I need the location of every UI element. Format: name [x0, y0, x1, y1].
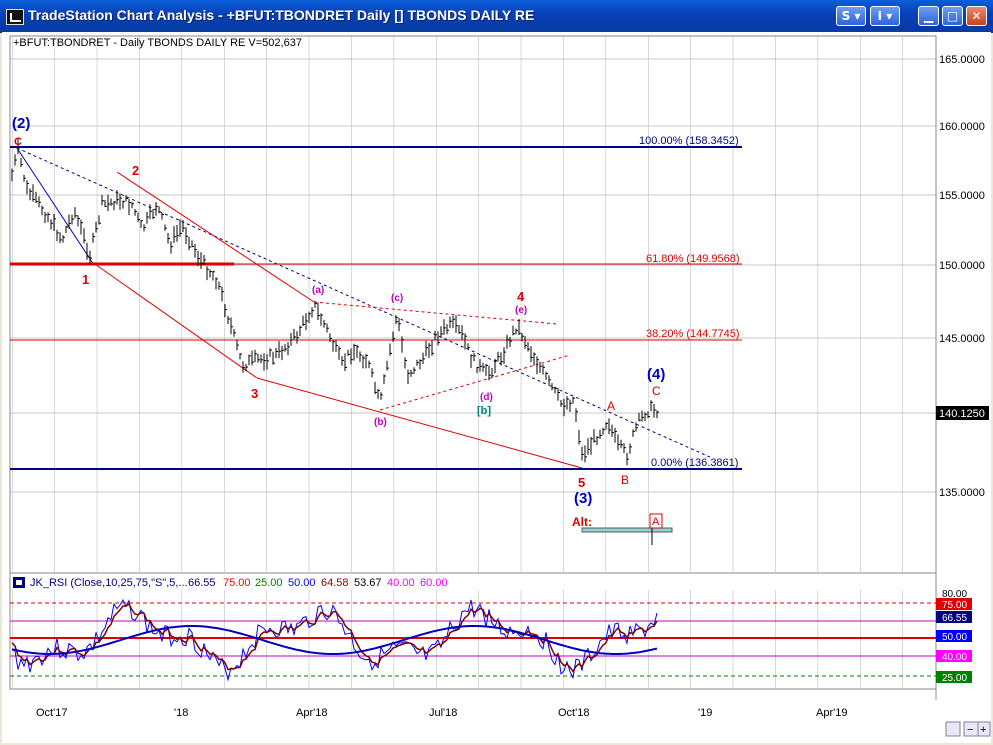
wave-label-2-major: (2): [12, 115, 30, 132]
price-tick: 165.0000: [939, 54, 985, 66]
date-axis: Oct'17 '18 Apr'18 Jul'18 Oct'18 '19 Apr'…: [36, 707, 847, 719]
chart-window[interactable]: +BFUT:TBONDRET - Daily TBONDS DAILY RE V…: [2, 32, 991, 743]
svg-text:−: −: [967, 724, 973, 736]
rsi-tag-40: 40.00: [942, 652, 967, 663]
date-tick: Jul'18: [429, 707, 457, 719]
close-button[interactable]: ✕: [966, 6, 987, 26]
rsi-tag-50: 50.00: [942, 632, 967, 643]
i-menu-button[interactable]: I ▾: [870, 6, 900, 26]
wave-label-3-major: (3): [574, 490, 592, 507]
rsi-value: 64.58: [321, 577, 349, 589]
fib-100-label: 100.00% (158.3452): [639, 135, 739, 147]
chart-symbol-header: +BFUT:TBONDRET - Daily TBONDS DAILY RE V…: [13, 37, 302, 49]
maximize-button[interactable]: □: [942, 6, 963, 26]
indicator-icon-inner: [16, 580, 22, 585]
rsi-value: 53.67: [354, 577, 382, 589]
wave-label-1: 1: [82, 272, 89, 287]
wave-label-cap-c: C: [652, 384, 661, 398]
rsi-name: JK_RSI (Close,10,25,75,"S",5,...: [30, 577, 188, 589]
date-tick: '19: [698, 707, 712, 719]
window-title: TradeStation Chart Analysis - +BFUT:TBON…: [28, 7, 535, 23]
price-tick: 150.0000: [939, 260, 985, 272]
close-icon: ✕: [971, 9, 982, 23]
rsi-value: 60.00: [420, 577, 448, 589]
wave-label-c-top: C: [14, 136, 22, 148]
window-titlebar: TradeStation Chart Analysis - +BFUT:TBON…: [0, 0, 993, 33]
wave-label-4-major: (4): [647, 366, 665, 383]
price-tick: 155.0000: [939, 190, 985, 202]
wave-label-d: (d): [480, 392, 493, 403]
wave-label-c: (c): [391, 293, 403, 304]
fib-618-label: 61.80% (149.9568): [646, 253, 740, 265]
wave-label-b: (b): [374, 417, 387, 428]
price-tick: 160.0000: [939, 121, 985, 133]
wave-label-4: 4: [517, 289, 525, 304]
rsi-value: 66.55: [188, 577, 216, 589]
wave-label-3: 3: [251, 386, 258, 401]
price-tick: 135.0000: [939, 487, 985, 499]
dropdown-arrow-icon: ▾: [850, 9, 861, 23]
alt-label: Alt:: [572, 515, 592, 529]
wave-label-e: (e): [515, 305, 527, 316]
fib-0-label: 0.00% (136.3861): [651, 457, 738, 469]
alt-projection-bar: [581, 527, 673, 533]
wave-label-cap-b: B: [621, 473, 629, 487]
price-axis: 165.0000 160.0000 155.0000 150.0000 145.…: [939, 54, 985, 499]
rsi-value: 75.00: [223, 577, 251, 589]
scroll-grip-icon[interactable]: [945, 721, 961, 737]
s-menu-button[interactable]: S ▾: [836, 6, 866, 26]
alt-a-box-label: A: [652, 516, 660, 528]
wave-label-a: (a): [312, 285, 324, 296]
price-tick: 145.0000: [939, 333, 985, 345]
tradestation-app-icon: [6, 9, 24, 25]
wave-label-5: 5: [578, 475, 585, 490]
minimize-button[interactable]: ▁: [918, 6, 939, 26]
rsi-value: 40.00: [387, 577, 415, 589]
last-price-value: 140.1250: [939, 408, 985, 420]
rsi-tag-25: 25.00: [942, 673, 967, 684]
date-tick: Oct'17: [36, 707, 67, 719]
wave-label-cap-a: A: [607, 399, 615, 413]
dropdown-arrow-icon: ▾: [882, 9, 893, 23]
horizontal-scroll-controls[interactable]: − +: [945, 721, 991, 737]
wave-label-bracket-b: [b]: [477, 405, 491, 417]
date-tick: Oct'18: [558, 707, 589, 719]
chart-canvas[interactable]: +BFUT:TBONDRET - Daily TBONDS DAILY RE V…: [2, 32, 991, 743]
rsi-value: 25.00: [255, 577, 283, 589]
date-tick: '18: [174, 707, 188, 719]
rsi-axis: 80.00 75.00 66.55 50.00 40.00 25.00: [936, 589, 972, 684]
wave-label-2: 2: [132, 163, 139, 178]
rsi-tag-75: 75.00: [942, 600, 967, 611]
rsi-tag-6655: 66.55: [942, 613, 967, 624]
rsi-value: 50.00: [288, 577, 316, 589]
rsi-header: JK_RSI (Close,10,25,75,"S",5,... 66.55 7…: [30, 577, 448, 589]
minimize-icon: ▁: [923, 9, 934, 23]
date-tick: Apr'18: [296, 707, 327, 719]
fib-382-label: 38.20% (144.7745): [646, 328, 740, 340]
s-menu-label: S: [841, 9, 851, 23]
maximize-icon: □: [946, 9, 959, 23]
date-tick: Apr'19: [816, 707, 847, 719]
svg-text:+: +: [980, 724, 986, 736]
